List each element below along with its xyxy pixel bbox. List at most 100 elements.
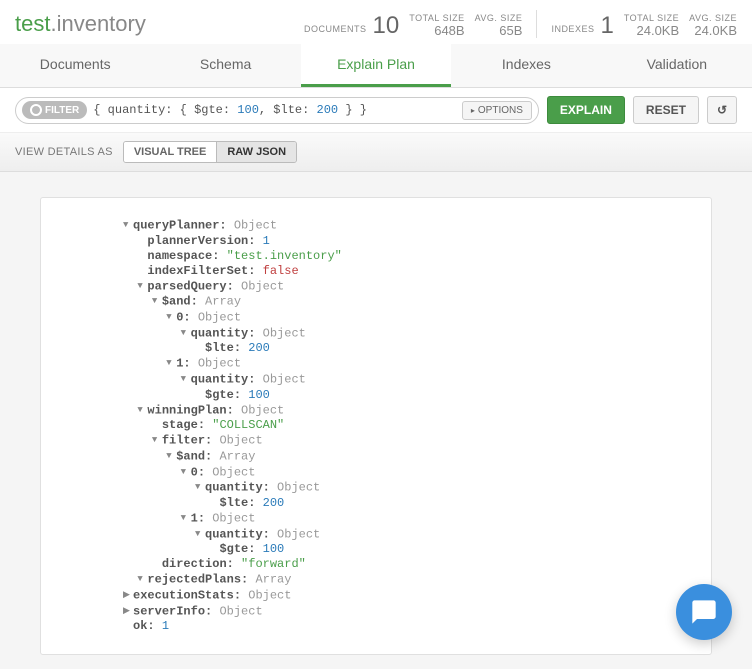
idx-avg-size-label: AVG. SIZE <box>689 13 737 23</box>
tree-value: Object <box>219 604 262 618</box>
caret-down-icon[interactable]: ▼ <box>181 511 191 526</box>
filter-bar: FILTER { quantity: { $gte: 100, $lte: 20… <box>0 88 752 133</box>
tree-value: Array <box>205 295 241 309</box>
tree-row: namespace: "test.inventory" <box>51 249 701 264</box>
documents-label: DOCUMENTS <box>304 24 367 38</box>
caret-down-icon[interactable]: ▼ <box>152 433 162 448</box>
tree-key: 0: <box>191 465 205 479</box>
tree-row: $lte: 200 <box>51 341 701 356</box>
tab-indexes[interactable]: Indexes <box>451 44 601 87</box>
tree-key: quantity: <box>205 527 270 541</box>
doc-total-size: 648B <box>409 23 464 38</box>
tree-row: stage: "COLLSCAN" <box>51 418 701 433</box>
tree-key: 0: <box>176 311 190 325</box>
tree-row: ▼rejectedPlans: Array <box>51 572 701 588</box>
tree-value: Object <box>219 434 262 448</box>
tree-row: plannerVersion: 1 <box>51 234 701 249</box>
chat-icon <box>690 598 718 626</box>
tree-key: queryPlanner: <box>133 219 227 233</box>
tree-value: Object <box>212 512 255 526</box>
idx-avg-size: 24.0KB <box>689 23 737 38</box>
filter-query[interactable]: { quantity: { $gte: 100, $lte: 200 } } <box>87 103 462 117</box>
tree-value: Object <box>234 219 277 233</box>
tree-row: ▼$and: Array <box>51 294 701 310</box>
tree-row: ok: 1 <box>51 619 701 634</box>
tree-row: ▼quantity: Object <box>51 372 701 388</box>
tab-schema[interactable]: Schema <box>150 44 300 87</box>
options-button[interactable]: OPTIONS <box>462 101 532 120</box>
tree-value: Object <box>277 527 320 541</box>
tree-value: Object <box>241 279 284 293</box>
tree-key: 1: <box>191 512 205 526</box>
tree-value: 1 <box>263 234 270 248</box>
documents-count: 10 <box>373 14 400 38</box>
tree-value: "test.inventory" <box>227 249 342 263</box>
caret-right-icon[interactable]: ▶ <box>123 588 133 603</box>
view-details-label: VIEW DETAILS AS <box>15 146 113 158</box>
tree-key: $lte: <box>205 341 241 355</box>
reset-button[interactable]: RESET <box>633 96 699 124</box>
collection-name: .inventory <box>50 11 145 36</box>
tree-key: quantity: <box>191 373 256 387</box>
tree-key: rejectedPlans: <box>147 573 248 587</box>
caret-down-icon[interactable]: ▼ <box>166 356 176 371</box>
tree-key: stage: <box>162 418 205 432</box>
tree-value: Object <box>198 311 241 325</box>
tree-value: 200 <box>263 496 285 510</box>
caret-down-icon[interactable]: ▼ <box>137 572 147 587</box>
tree-key: plannerVersion: <box>147 234 255 248</box>
tree-value: Object <box>277 481 320 495</box>
caret-down-icon[interactable]: ▼ <box>195 480 205 495</box>
tree-row: ▼1: Object <box>51 511 701 527</box>
tree-key: $lte: <box>219 496 255 510</box>
tree-value: Object <box>212 465 255 479</box>
chat-button[interactable] <box>676 584 732 640</box>
view-bar: VIEW DETAILS AS VISUAL TREE RAW JSON <box>0 133 752 172</box>
caret-down-icon[interactable]: ▼ <box>195 527 205 542</box>
caret-down-icon[interactable]: ▼ <box>181 465 191 480</box>
namespace-title: test.inventory <box>15 11 146 37</box>
tree-key: quantity: <box>191 326 256 340</box>
tree-row: ▶serverInfo: Object <box>51 604 701 620</box>
tree-value: 100 <box>263 542 285 556</box>
tree-value: Object <box>248 589 291 603</box>
indexes-label: INDEXES <box>551 24 594 38</box>
view-toggle-group: VISUAL TREE RAW JSON <box>123 141 297 163</box>
tree-row: ▼winningPlan: Object <box>51 403 701 419</box>
toggle-visual-tree[interactable]: VISUAL TREE <box>124 142 217 162</box>
caret-down-icon[interactable]: ▼ <box>137 403 147 418</box>
tree-value: Object <box>263 373 306 387</box>
caret-down-icon[interactable]: ▼ <box>181 372 191 387</box>
tree-row: $lte: 200 <box>51 496 701 511</box>
tree-row: ▼1: Object <box>51 356 701 372</box>
indexes-count: 1 <box>600 14 613 38</box>
caret-down-icon[interactable]: ▼ <box>166 449 176 464</box>
tab-explain-plan[interactable]: Explain Plan <box>301 44 451 87</box>
tab-validation[interactable]: Validation <box>602 44 752 87</box>
caret-down-icon[interactable]: ▼ <box>123 218 133 233</box>
header: test.inventory DOCUMENTS 10 TOTAL SIZE 6… <box>0 0 752 44</box>
db-name: test <box>15 11 50 36</box>
caret-down-icon[interactable]: ▼ <box>166 310 176 325</box>
tab-documents[interactable]: Documents <box>0 44 150 87</box>
history-button[interactable]: ↺ <box>707 96 737 124</box>
filter-input[interactable]: FILTER { quantity: { $gte: 100, $lte: 20… <box>15 97 539 124</box>
tree-row: $gte: 100 <box>51 388 701 403</box>
caret-down-icon[interactable]: ▼ <box>137 279 147 294</box>
caret-down-icon[interactable]: ▼ <box>152 294 162 309</box>
toggle-raw-json[interactable]: RAW JSON <box>216 142 296 162</box>
tree-value: "COLLSCAN" <box>212 418 284 432</box>
explain-button[interactable]: EXPLAIN <box>547 96 625 124</box>
caret-right-icon[interactable]: ▶ <box>123 604 133 619</box>
caret-down-icon[interactable]: ▼ <box>181 326 191 341</box>
tree-key: $gte: <box>219 542 255 556</box>
tree-row: ▼$and: Array <box>51 449 701 465</box>
stats-divider <box>536 10 537 38</box>
tree-row: ▼queryPlanner: Object <box>51 218 701 234</box>
tree-value: Object <box>198 357 241 371</box>
tree-row: indexFilterSet: false <box>51 264 701 279</box>
tree-row: ▼0: Object <box>51 310 701 326</box>
tree-value: Array <box>219 450 255 464</box>
tree-key: $and: <box>162 295 198 309</box>
content-area: ▼queryPlanner: Object plannerVersion: 1 … <box>0 172 752 669</box>
